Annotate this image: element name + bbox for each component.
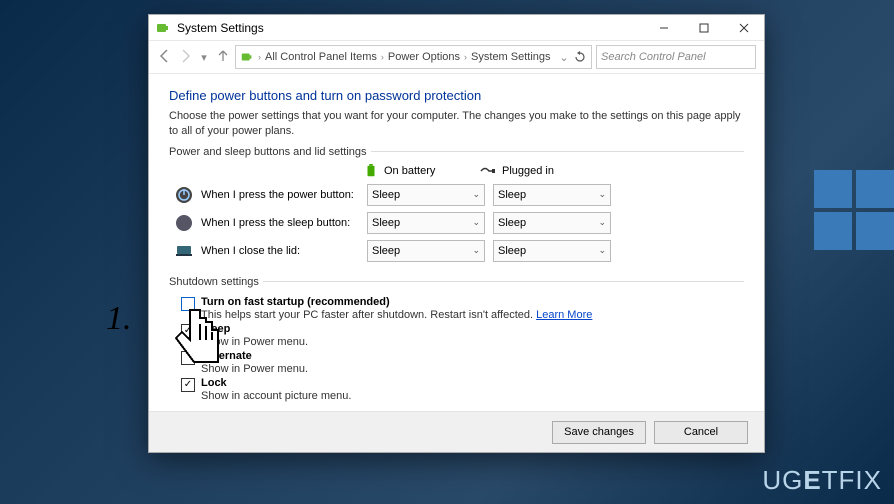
power-button-row: When I press the power button: Sleep⌄ Sl… xyxy=(169,184,744,206)
sleep-checkbox[interactable]: ✓ xyxy=(181,324,195,338)
annotation-number: 1. xyxy=(106,300,132,338)
lid-row: When I close the lid: Sleep⌄ Sleep⌄ xyxy=(169,240,744,262)
system-settings-window: System Settings ▾ › All Control Panel It… xyxy=(148,14,765,453)
battery-icon xyxy=(155,20,171,36)
checkbox-label: Hibernate xyxy=(201,350,252,362)
chevron-down-icon[interactable]: ⌄ xyxy=(557,50,571,64)
content-area: Define power buttons and turn on passwor… xyxy=(149,74,764,419)
fast-startup-row: Turn on fast startup (recommended) This … xyxy=(181,296,744,321)
row-label: When I press the power button: xyxy=(201,189,359,201)
laptop-icon xyxy=(175,242,193,260)
search-placeholder: Search Control Panel xyxy=(601,51,706,63)
learn-more-link[interactable]: Learn More xyxy=(536,309,592,321)
lock-checkbox[interactable]: ✓ xyxy=(181,378,195,392)
moon-icon xyxy=(175,214,193,232)
sleep-button-plugged-select[interactable]: Sleep⌄ xyxy=(493,212,611,234)
column-header-battery: On battery xyxy=(364,164,472,178)
chevron-down-icon[interactable]: ▾ xyxy=(197,50,211,64)
breadcrumb[interactable]: System Settings xyxy=(471,51,550,63)
checkbox-sub: Show in Power menu. xyxy=(201,363,308,375)
chevron-right-icon: › xyxy=(256,52,263,62)
search-input[interactable]: Search Control Panel xyxy=(596,45,756,69)
power-button-battery-select[interactable]: Sleep⌄ xyxy=(367,184,485,206)
checkbox-label: Sleep xyxy=(201,323,230,335)
forward-button[interactable] xyxy=(177,48,193,67)
plug-icon xyxy=(480,166,496,176)
chevron-right-icon: › xyxy=(379,52,386,62)
minimize-button[interactable] xyxy=(644,15,684,40)
checkbox-label: Turn on fast startup (recommended) xyxy=(201,296,390,308)
hibernate-row: Hibernate Show in Power menu. xyxy=(181,350,744,375)
lid-battery-select[interactable]: Sleep⌄ xyxy=(367,240,485,262)
sleep-row: ✓ Sleep Show in Power menu. xyxy=(181,323,744,348)
fast-startup-checkbox[interactable] xyxy=(181,297,195,311)
toolbar: ▾ › All Control Panel Items › Power Opti… xyxy=(149,41,764,74)
row-label: When I press the sleep button: xyxy=(201,217,359,229)
section-label: Shutdown settings xyxy=(169,276,263,288)
desktop-windows-logo xyxy=(814,170,894,370)
row-label: When I close the lid: xyxy=(201,245,359,257)
address-bar[interactable]: › All Control Panel Items › Power Option… xyxy=(235,45,592,69)
close-button[interactable] xyxy=(724,15,764,40)
chevron-down-icon: ⌄ xyxy=(472,245,480,256)
section-label: Power and sleep buttons and lid settings xyxy=(169,146,371,158)
breadcrumb[interactable]: Power Options xyxy=(388,51,460,63)
power-button-plugged-select[interactable]: Sleep⌄ xyxy=(493,184,611,206)
chevron-down-icon: ⌄ xyxy=(598,217,606,228)
power-sleep-section: Power and sleep buttons and lid settings… xyxy=(169,146,744,268)
hibernate-checkbox[interactable] xyxy=(181,351,195,365)
chevron-down-icon: ⌄ xyxy=(472,217,480,228)
save-button[interactable]: Save changes xyxy=(552,421,646,444)
lock-row: ✓ Lock Show in account picture menu. xyxy=(181,377,744,402)
checkbox-sub: Show in account picture menu. xyxy=(201,390,351,402)
back-button[interactable] xyxy=(157,48,173,67)
window-title: System Settings xyxy=(177,21,644,35)
shutdown-section: Shutdown settings Turn on fast startup (… xyxy=(169,276,744,403)
chevron-down-icon: ⌄ xyxy=(598,189,606,200)
column-header-plugged: Plugged in xyxy=(480,164,588,178)
checkbox-sub: This helps start your PC faster after sh… xyxy=(201,309,533,321)
up-button[interactable] xyxy=(215,48,231,67)
checkbox-label: Lock xyxy=(201,377,227,389)
sleep-button-row: When I press the sleep button: Sleep⌄ Sl… xyxy=(169,212,744,234)
page-description: Choose the power settings that you want … xyxy=(169,109,744,140)
chevron-down-icon: ⌄ xyxy=(472,189,480,200)
cancel-button[interactable]: Cancel xyxy=(654,421,748,444)
refresh-icon[interactable] xyxy=(573,50,587,64)
page-heading: Define power buttons and turn on passwor… xyxy=(169,88,744,103)
chevron-right-icon: › xyxy=(462,52,469,62)
breadcrumb[interactable]: All Control Panel Items xyxy=(265,51,377,63)
power-icon xyxy=(175,186,193,204)
maximize-button[interactable] xyxy=(684,15,724,40)
battery-icon xyxy=(240,50,254,64)
titlebar: System Settings xyxy=(149,15,764,41)
footer: Save changes Cancel xyxy=(149,411,764,452)
checkbox-sub: Show in Power menu. xyxy=(201,336,308,348)
lid-plugged-select[interactable]: Sleep⌄ xyxy=(493,240,611,262)
watermark: UGETFIX xyxy=(762,465,882,496)
chevron-down-icon: ⌄ xyxy=(598,245,606,256)
battery-icon xyxy=(364,164,378,178)
sleep-button-battery-select[interactable]: Sleep⌄ xyxy=(367,212,485,234)
